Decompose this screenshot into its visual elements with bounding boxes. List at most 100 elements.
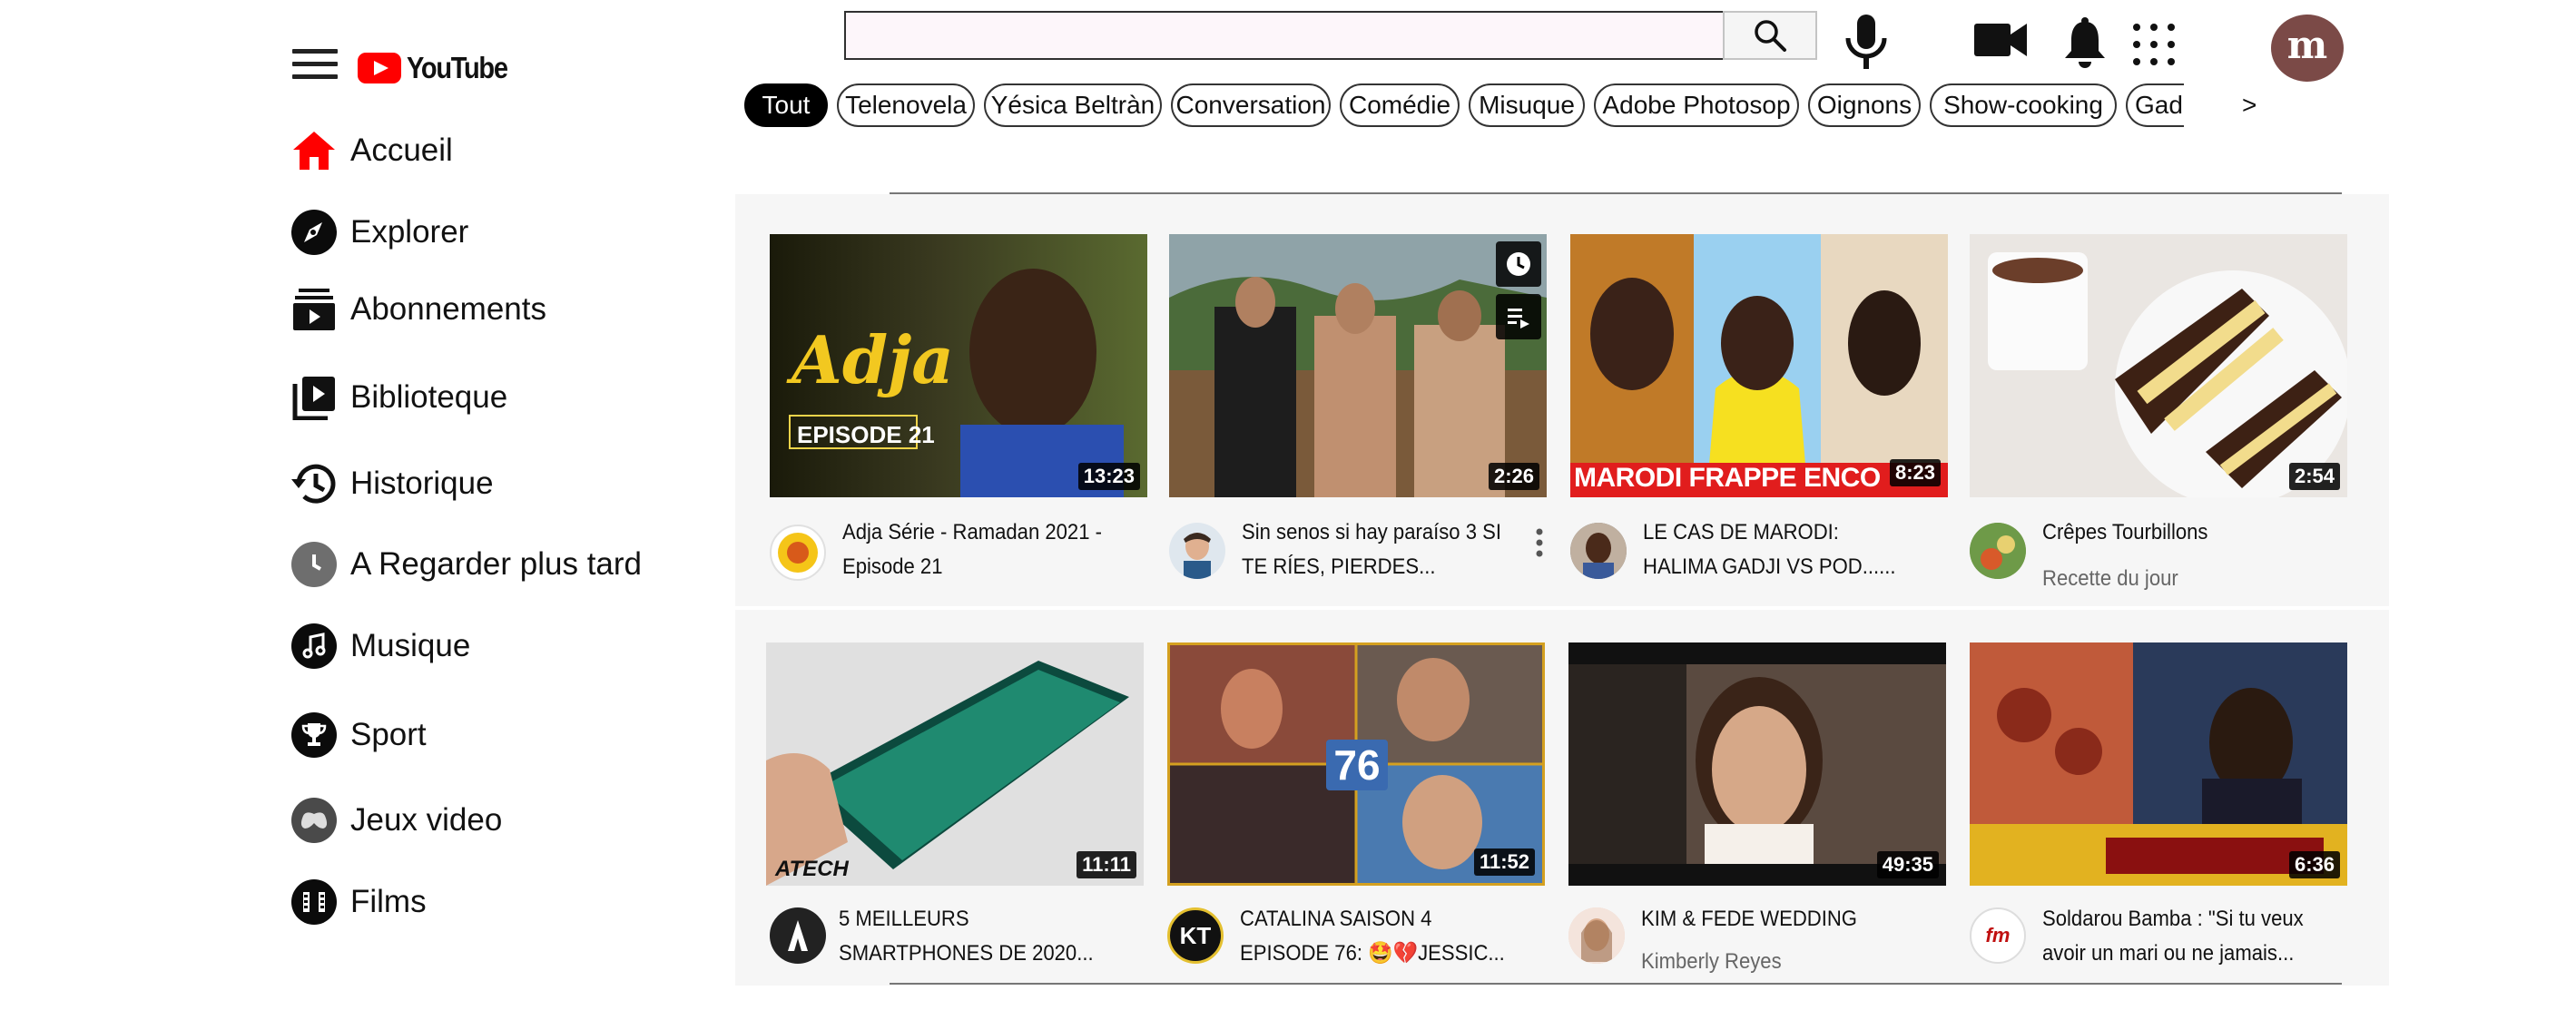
sidebar-item-explorer[interactable]: Explorer — [289, 207, 468, 258]
video-title[interactable]: Adja Série - Ramadan 2021 - Episode 21 — [842, 515, 1109, 584]
chip-gad[interactable]: Gad — [2126, 83, 2184, 127]
channel-name[interactable]: Recette du jour — [2042, 566, 2178, 592]
video-title[interactable]: KIM & FEDE WEDDING — [1641, 902, 1908, 937]
episode-number-badge: 76 — [1326, 740, 1388, 790]
sidebar-item-label: Explorer — [350, 214, 469, 250]
sidebar-item-biblioteque[interactable]: Biblioteque — [289, 372, 507, 423]
video-duration: 13:23 — [1077, 463, 1140, 490]
sidebar-item-label: Historique — [350, 466, 494, 501]
sidebar-item-label: Sport — [350, 717, 427, 752]
subscriptions-icon — [289, 284, 339, 335]
chip-conversation[interactable]: Conversation — [1171, 83, 1331, 127]
video-title[interactable]: LE CAS DE MARODI: HALIMA GADJI VS POD...… — [1643, 515, 1910, 584]
logo-text: YouTube — [407, 51, 508, 84]
video-duration: 2:54 — [2288, 463, 2340, 490]
video-title[interactable]: Crêpes Tourbillons — [2042, 515, 2309, 550]
notifications-button[interactable] — [2062, 16, 2108, 69]
video-title[interactable]: CATALINA SAISON 4 EPISODE 76: 🤩💔JESSIC..… — [1240, 902, 1507, 971]
sidebar-item-label: Films — [350, 884, 427, 919]
video-title[interactable]: Sin senos si hay paraíso 3 SI TE RÍES, P… — [1242, 515, 1509, 584]
watch-later-button[interactable] — [1496, 241, 1541, 287]
search-button[interactable] — [1723, 11, 1817, 60]
home-icon — [289, 125, 339, 176]
channel-avatar[interactable] — [1570, 523, 1627, 579]
chip-adobe-photosop[interactable]: Adobe Photosop — [1594, 83, 1799, 127]
sidebar-item-label: Accueil — [350, 132, 453, 168]
history-icon — [289, 458, 339, 509]
video-title[interactable]: 5 MEILLEURS SMARTPHONES DE 2020... — [839, 902, 1106, 971]
chip-telenovela[interactable]: Telenovela — [837, 83, 975, 127]
add-to-queue-button[interactable] — [1496, 294, 1541, 339]
sidebar-item-label: A Regarder plus tard — [350, 546, 643, 582]
more-options-icon[interactable] — [1530, 526, 1549, 563]
music-icon — [289, 621, 339, 672]
sidebar-item-label: Jeux video — [350, 802, 503, 838]
youtube-play-icon — [358, 53, 401, 83]
sidebar-item-musique[interactable]: Musique — [289, 621, 470, 672]
video-thumbnail[interactable]: ATECH 11:11 — [766, 642, 1144, 886]
channel-avatar[interactable]: fm — [1970, 907, 2026, 964]
channel-avatar[interactable] — [770, 525, 826, 581]
thumbnail-banner-text: MARODI FRAPPE ENCO — [1574, 463, 1881, 493]
microphone-icon — [1845, 15, 1887, 69]
video-duration: 6:36 — [2288, 851, 2340, 878]
video-camera-icon — [1974, 24, 2027, 56]
video-thumbnail[interactable]: 76 11:52 — [1167, 642, 1545, 886]
bell-icon — [2065, 17, 2105, 68]
video-duration: 11:11 — [1077, 851, 1136, 878]
sidebar-item-abonnements[interactable]: Abonnements — [289, 284, 546, 335]
sidebar-item-films[interactable]: Films — [289, 877, 427, 927]
divider — [890, 192, 2342, 194]
search-icon — [1755, 20, 1786, 52]
chip-comedie[interactable]: Comédie — [1340, 83, 1460, 127]
video-duration: 8:23 — [1889, 459, 1941, 486]
channel-avatar[interactable] — [770, 907, 826, 964]
menu-icon[interactable] — [292, 49, 338, 85]
chips-next-arrow[interactable]: > — [2242, 91, 2256, 120]
search-input[interactable] — [844, 11, 1725, 60]
sidebar-item-historique[interactable]: Historique — [289, 458, 494, 509]
account-avatar[interactable]: m — [2271, 15, 2344, 82]
clock-icon — [1507, 252, 1530, 276]
video-thumbnail[interactable]: 2:26 — [1169, 234, 1547, 497]
thumbnail-episode-text: EPISODE 21 — [797, 421, 935, 448]
video-thumbnail[interactable]: 6:36 — [1970, 642, 2347, 886]
channel-avatar[interactable] — [1568, 907, 1625, 964]
video-thumbnail[interactable]: 2:54 — [1970, 234, 2347, 497]
apps-grid-button[interactable] — [2133, 24, 2175, 65]
clock-icon — [289, 539, 339, 590]
trophy-icon — [289, 710, 339, 760]
sidebar-item-label: Abonnements — [350, 291, 546, 327]
row-separator — [735, 606, 2389, 610]
video-duration: 11:52 — [1473, 848, 1535, 876]
video-duration: 2:26 — [1488, 463, 1539, 490]
video-thumbnail[interactable]: 49:35 — [1568, 642, 1946, 886]
video-thumbnail[interactable]: Adja EPISODE 21 13:23 — [770, 234, 1147, 497]
channel-name[interactable]: Kimberly Reyes — [1641, 949, 1782, 975]
queue-icon — [1508, 309, 1529, 329]
chip-show-cooking[interactable]: Show-cooking — [1930, 83, 2117, 127]
video-title[interactable]: Soldarou Bamba : "Si tu veux avoir un ma… — [2042, 902, 2309, 971]
chip-yesica-beltran[interactable]: Yésica Beltràn — [984, 83, 1162, 127]
thumbnail-title-text: Adja — [791, 321, 954, 398]
channel-avatar[interactable] — [1970, 523, 2026, 579]
youtube-logo[interactable]: YouTube — [358, 45, 521, 91]
chip-oignons[interactable]: Oignons — [1808, 83, 1921, 127]
sidebar-item-accueil[interactable]: Accueil — [289, 125, 453, 176]
sidebar-item-label: Biblioteque — [350, 379, 508, 415]
divider — [890, 983, 2342, 985]
video-thumbnail[interactable]: MARODI FRAPPE ENCO 8:23 — [1570, 234, 1948, 497]
sidebar-item-a-regarder-plus-tard[interactable]: A Regarder plus tard — [289, 539, 642, 590]
channel-avatar[interactable] — [1169, 523, 1225, 579]
channel-avatar[interactable]: KT — [1167, 907, 1224, 964]
thumbnail-brand-text: ATECH — [775, 857, 849, 881]
create-video-button[interactable] — [1974, 22, 2027, 58]
chip-tout[interactable]: Tout — [744, 83, 828, 127]
gamepad-icon — [289, 795, 339, 846]
chip-misuque[interactable]: Misuque — [1469, 83, 1585, 127]
microphone-button[interactable] — [1843, 13, 1890, 73]
sidebar-item-sport[interactable]: Sport — [289, 710, 427, 760]
compass-icon — [289, 207, 339, 258]
sidebar-item-jeux-video[interactable]: Jeux video — [289, 795, 502, 846]
library-icon — [289, 372, 339, 423]
